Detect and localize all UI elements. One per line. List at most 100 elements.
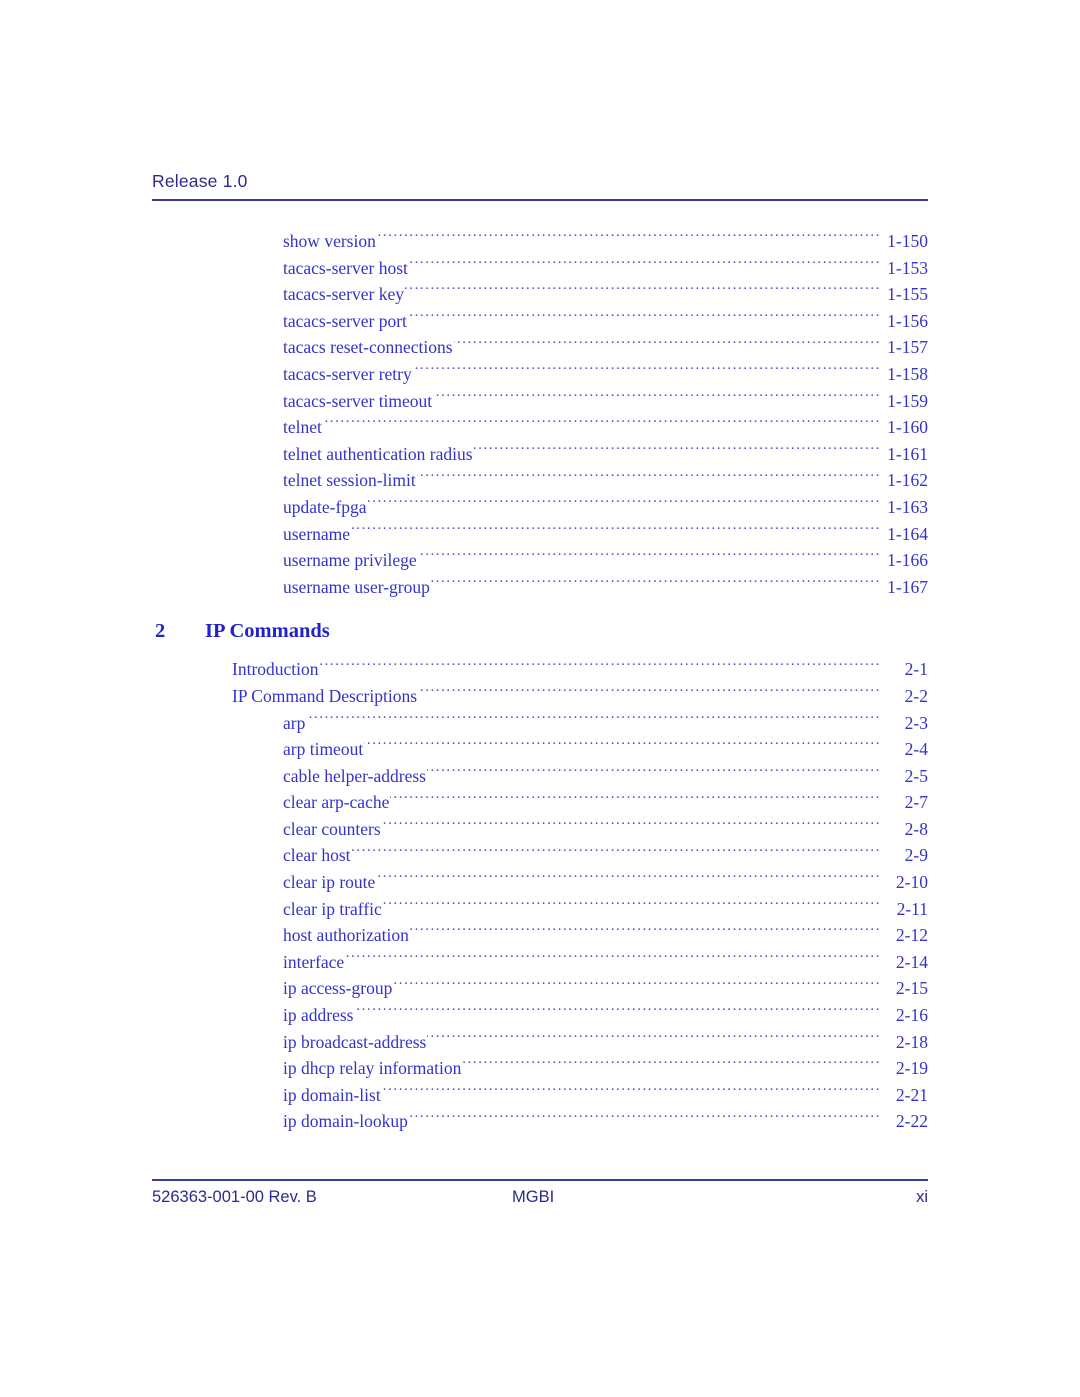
toc-entry[interactable]: telnet 1-160 xyxy=(152,414,928,441)
toc-dot-leader xyxy=(393,977,881,995)
toc-entry-page-number: 1-159 xyxy=(887,390,928,411)
toc-dot-leader xyxy=(382,1083,881,1101)
toc-entry[interactable]: telnet session-limit 1-162 xyxy=(152,467,928,494)
toc-entry-label: IP Command Descriptions xyxy=(232,685,418,706)
toc-dot-leader xyxy=(410,924,881,942)
toc-entry-page-number: 2-22 xyxy=(895,1111,928,1132)
toc-entry-page-number: 2-12 xyxy=(895,925,928,946)
toc-entry-page-number: 1-150 xyxy=(887,231,928,251)
toc-entry[interactable]: tacacs-server host 1-153 xyxy=(152,255,928,282)
toc-entry-label: ip address xyxy=(283,1005,354,1026)
toc-entry-label: telnet authentication radius xyxy=(283,443,473,464)
toc-entry[interactable]: username user-group 1-167 xyxy=(152,574,928,601)
toc-dot-leader xyxy=(376,871,881,889)
toc-entry-label: tacacs-server key xyxy=(283,284,404,305)
toc-entry-page-number: 1-156 xyxy=(887,310,928,331)
toc-entry[interactable]: arp 2-3 xyxy=(152,710,928,737)
toc-dot-leader xyxy=(390,791,881,809)
toc-entry[interactable]: clear counters 2-8 xyxy=(152,816,928,843)
toc-entry-label: ip domain-list xyxy=(283,1084,381,1105)
toc-entry-page-number: 1-153 xyxy=(887,257,928,278)
toc-entry[interactable]: interface 2-14 xyxy=(152,949,928,976)
toc-entry-label: ip access-group xyxy=(283,978,393,999)
toc-dot-leader xyxy=(382,817,881,835)
toc-entry-page-number: 2-14 xyxy=(895,951,928,972)
toc-dot-leader xyxy=(454,336,881,354)
toc-entry-page-number: 1-167 xyxy=(887,576,928,597)
toc-entry[interactable]: ip domain-list 2-21 xyxy=(152,1082,928,1109)
toc-entry-label: ip broadcast-address xyxy=(283,1031,427,1052)
toc-entry-page-number: 2-11 xyxy=(896,898,928,919)
toc-list-before-chapter: show version 1-150 tacacs-server host 1-153… xyxy=(152,228,928,600)
toc-entry-page-number: 2-18 xyxy=(895,1031,928,1052)
toc-entry-label: show version xyxy=(283,231,376,251)
toc-dot-leader xyxy=(368,495,881,513)
toc-entry[interactable]: show version 1-150 xyxy=(152,228,928,255)
header-rule xyxy=(152,199,928,201)
toc-entry-page-number: 1-166 xyxy=(887,550,928,571)
toc-dot-leader xyxy=(418,684,881,702)
toc-entry-label: Introduction xyxy=(232,659,319,680)
toc-entry[interactable]: telnet authentication radius 1-161 xyxy=(152,441,928,468)
chapter-number: 2 xyxy=(155,620,166,643)
toc-entry[interactable]: host authorization 2-12 xyxy=(152,922,928,949)
toc-entry-label: clear arp-cache xyxy=(283,792,390,813)
toc-entry-page-number: 2-21 xyxy=(895,1084,928,1105)
header-title: Release 1.0 xyxy=(152,171,248,191)
toc-dot-leader xyxy=(417,469,881,487)
toc-entry-label: tacacs-server timeout xyxy=(283,390,433,411)
toc-entry[interactable]: tacacs-server key 1-155 xyxy=(152,281,928,308)
toc-entry[interactable]: tacacs-server retry 1-158 xyxy=(152,361,928,388)
chapter-heading[interactable]: 2 IP Commands xyxy=(152,620,928,650)
footer-product: MGBI xyxy=(512,1188,555,1206)
toc-entry[interactable]: tacacs reset-connections 1-157 xyxy=(152,334,928,361)
toc-entry-page-number: 2-15 xyxy=(895,978,928,999)
toc-entry[interactable]: clear arp-cache 2-7 xyxy=(152,789,928,816)
toc-entry[interactable]: username privilege 1-166 xyxy=(152,547,928,574)
toc-dot-leader xyxy=(433,389,881,407)
toc-entry[interactable]: ip broadcast-address 2-18 xyxy=(152,1029,928,1056)
toc-entry[interactable]: tacacs-server timeout 1-159 xyxy=(152,388,928,415)
toc-entry-page-number: 1-160 xyxy=(887,417,928,438)
toc-dot-leader xyxy=(364,738,881,756)
toc-entry-page-number: 1-162 xyxy=(887,470,928,491)
toc-entry[interactable]: IP Command Descriptions 2-2 xyxy=(152,683,928,710)
toc-entry[interactable]: ip dhcp relay information 2-19 xyxy=(152,1055,928,1082)
toc-entry-label: username privilege xyxy=(283,550,417,571)
toc-entry-label: ip domain-lookup xyxy=(283,1111,408,1132)
toc-entry[interactable]: update-fpga 1-163 xyxy=(152,494,928,521)
toc-entry[interactable]: clear host 2-9 xyxy=(152,842,928,869)
toc-entry-label: telnet session-limit xyxy=(283,470,416,491)
toc-entry[interactable]: clear ip route 2-10 xyxy=(152,869,928,896)
toc-entry-page-number: 2-19 xyxy=(895,1058,928,1079)
toc-entry-page-number: 2-10 xyxy=(895,872,928,893)
toc-entry-page-number: 2-7 xyxy=(904,792,928,813)
toc-entry[interactable]: cable helper-address 2-5 xyxy=(152,763,928,790)
toc-entry[interactable]: username 1-164 xyxy=(152,521,928,548)
toc-entry[interactable]: arp timeout 2-4 xyxy=(152,736,928,763)
toc-dot-leader xyxy=(409,256,881,274)
toc-entry[interactable]: Introduction 2-1 xyxy=(152,656,928,683)
page-header: Release 1.0 xyxy=(152,170,928,192)
toc-entry-label: cable helper-address xyxy=(283,765,426,786)
toc-entry[interactable]: tacacs-server port 1-156 xyxy=(152,308,928,335)
toc-dot-leader xyxy=(474,442,881,460)
toc-dot-leader xyxy=(352,844,881,862)
toc-dot-leader xyxy=(413,362,881,380)
toc-dot-leader xyxy=(427,764,881,782)
toc-entry-label: clear ip route xyxy=(283,872,376,893)
toc-entry-page-number: 2-2 xyxy=(904,685,928,706)
toc-entry-label: tacacs-server retry xyxy=(283,363,412,384)
toc-entry[interactable]: ip domain-lookup 2-22 xyxy=(152,1108,928,1135)
toc-entry-page-number: 1-155 xyxy=(887,284,928,305)
toc-entry[interactable]: ip address 2-16 xyxy=(152,1002,928,1029)
toc-entry-page-number: 2-5 xyxy=(904,765,928,786)
toc-dot-leader xyxy=(354,1004,881,1022)
table-of-contents: show version 1-150 tacacs-server host 1-153… xyxy=(152,228,928,1135)
toc-dot-leader xyxy=(405,283,881,301)
toc-entry[interactable]: clear ip traffic 2-11 xyxy=(152,896,928,923)
toc-entry-label: telnet xyxy=(283,417,322,438)
toc-entry-label: tacacs reset-connections xyxy=(283,337,453,358)
toc-entry-label: update-fpga xyxy=(283,496,367,517)
toc-entry[interactable]: ip access-group 2-15 xyxy=(152,975,928,1002)
